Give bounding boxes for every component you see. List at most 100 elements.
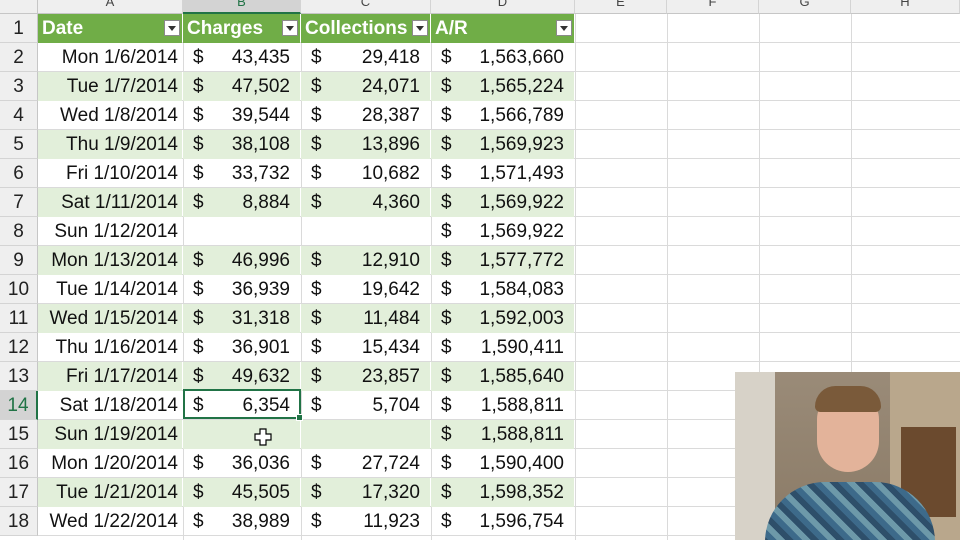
table-row-8-date[interactable]: Sun 1/12/2014 [38,217,182,246]
table-row-6-date[interactable]: Fri 1/10/2014 [38,159,182,188]
table-row-11-charges[interactable]: $31,318 [183,304,300,333]
table-row-8-ar[interactable]: $1,569,922 [431,217,574,246]
row-header-7[interactable]: 7 [0,188,38,217]
column-header-b[interactable]: B [183,0,301,14]
column-header-d[interactable]: D [431,0,575,14]
row-header-10[interactable]: 10 [0,275,38,304]
table-row-13-charges[interactable]: $49,632 [183,362,300,391]
table-row-17-collections[interactable]: $17,320 [301,478,430,507]
table-header-ar[interactable]: A/R [431,14,574,43]
row-header-3[interactable]: 3 [0,72,38,101]
table-row-14-date[interactable]: Sat 1/18/2014 [38,391,182,420]
table-row-2-collections[interactable]: $29,418 [301,43,430,72]
table-row-7-collections[interactable]: $4,360 [301,188,430,217]
table-row-3-charges[interactable]: $47,502 [183,72,300,101]
table-row-12-collections[interactable]: $15,434 [301,333,430,362]
row-header-18[interactable]: 18 [0,507,38,536]
table-row-4-date[interactable]: Wed 1/8/2014 [38,101,182,130]
row-header-14[interactable]: 14 [0,391,38,420]
column-header-c[interactable]: C [301,0,431,14]
table-row-7-date[interactable]: Sat 1/11/2014 [38,188,182,217]
row-header-6[interactable]: 6 [0,159,38,188]
table-row-9-charges[interactable]: $46,996 [183,246,300,275]
table-row-5-charges[interactable]: $38,108 [183,130,300,159]
row-header-8[interactable]: 8 [0,217,38,246]
column-header-a[interactable]: A [38,0,183,14]
table-row-2-charges[interactable]: $43,435 [183,43,300,72]
table-row-17-charges[interactable]: $45,505 [183,478,300,507]
table-row-18-collections[interactable]: $11,923 [301,507,430,536]
row-header-4[interactable]: 4 [0,101,38,130]
table-header-charges[interactable]: Charges [183,14,300,43]
row-header-17[interactable]: 17 [0,478,38,507]
table-row-11-date[interactable]: Wed 1/15/2014 [38,304,182,333]
filter-dropdown-icon[interactable] [164,20,180,36]
table-row-5-collections[interactable]: $13,896 [301,130,430,159]
table-row-4-collections[interactable]: $28,387 [301,101,430,130]
select-all-corner[interactable] [0,0,38,14]
table-row-11-collections[interactable]: $11,484 [301,304,430,333]
table-row-2-ar[interactable]: $1,563,660 [431,43,574,72]
table-row-15-ar[interactable]: $1,588,811 [431,420,574,449]
table-row-15-date[interactable]: Sun 1/19/2014 [38,420,182,449]
table-row-6-ar[interactable]: $1,571,493 [431,159,574,188]
row-header-11[interactable]: 11 [0,304,38,333]
table-row-12-charges[interactable]: $36,901 [183,333,300,362]
table-row-9-collections[interactable]: $12,910 [301,246,430,275]
table-row-12-date[interactable]: Thu 1/16/2014 [38,333,182,362]
table-row-18-ar[interactable]: $1,596,754 [431,507,574,536]
table-row-6-collections[interactable]: $10,682 [301,159,430,188]
table-row-2-date[interactable]: Mon 1/6/2014 [38,43,182,72]
table-row-16-collections[interactable]: $27,724 [301,449,430,478]
row-header-5[interactable]: 5 [0,130,38,159]
table-row-9-date[interactable]: Mon 1/13/2014 [38,246,182,275]
filter-dropdown-icon[interactable] [412,20,428,36]
row-header-2[interactable]: 2 [0,43,38,72]
row-header-12[interactable]: 12 [0,333,38,362]
table-row-13-ar[interactable]: $1,585,640 [431,362,574,391]
table-row-11-ar[interactable]: $1,592,003 [431,304,574,333]
table-row-18-date[interactable]: Wed 1/22/2014 [38,507,182,536]
table-row-14-ar[interactable]: $1,588,811 [431,391,574,420]
row-header-1[interactable]: 1 [0,14,38,43]
table-row-17-ar[interactable]: $1,598,352 [431,478,574,507]
table-row-15-charges[interactable] [183,420,300,449]
table-row-4-ar[interactable]: $1,566,789 [431,101,574,130]
active-cell-selection[interactable] [183,389,303,421]
table-row-13-collections[interactable]: $23,857 [301,362,430,391]
table-row-5-ar[interactable]: $1,569,923 [431,130,574,159]
table-row-10-charges[interactable]: $36,939 [183,275,300,304]
table-row-10-collections[interactable]: $19,642 [301,275,430,304]
table-row-9-ar[interactable]: $1,577,772 [431,246,574,275]
table-row-4-charges[interactable]: $39,544 [183,101,300,130]
table-row-3-collections[interactable]: $24,071 [301,72,430,101]
filter-dropdown-icon[interactable] [282,20,298,36]
row-header-13[interactable]: 13 [0,362,38,391]
table-row-10-ar[interactable]: $1,584,083 [431,275,574,304]
filter-dropdown-icon[interactable] [556,20,572,36]
table-row-16-date[interactable]: Mon 1/20/2014 [38,449,182,478]
column-header-e[interactable]: E [575,0,667,14]
column-header-f[interactable]: F [667,0,759,14]
column-header-g[interactable]: G [759,0,851,14]
table-row-16-charges[interactable]: $36,036 [183,449,300,478]
table-row-14-collections[interactable]: $5,704 [301,391,430,420]
table-row-10-date[interactable]: Tue 1/14/2014 [38,275,182,304]
row-header-16[interactable]: 16 [0,449,38,478]
table-row-8-collections[interactable] [301,217,430,246]
table-row-7-charges[interactable]: $8,884 [183,188,300,217]
table-header-collections[interactable]: Collections [301,14,430,43]
table-row-3-ar[interactable]: $1,565,224 [431,72,574,101]
row-header-9[interactable]: 9 [0,246,38,275]
table-row-16-ar[interactable]: $1,590,400 [431,449,574,478]
table-row-3-date[interactable]: Tue 1/7/2014 [38,72,182,101]
table-row-7-ar[interactable]: $1,569,922 [431,188,574,217]
table-row-18-charges[interactable]: $38,989 [183,507,300,536]
table-row-8-charges[interactable] [183,217,300,246]
table-row-13-date[interactable]: Fri 1/17/2014 [38,362,182,391]
column-header-h[interactable]: H [851,0,960,14]
row-header-15[interactable]: 15 [0,420,38,449]
table-row-6-charges[interactable]: $33,732 [183,159,300,188]
table-header-date[interactable]: Date [38,14,182,43]
table-row-5-date[interactable]: Thu 1/9/2014 [38,130,182,159]
